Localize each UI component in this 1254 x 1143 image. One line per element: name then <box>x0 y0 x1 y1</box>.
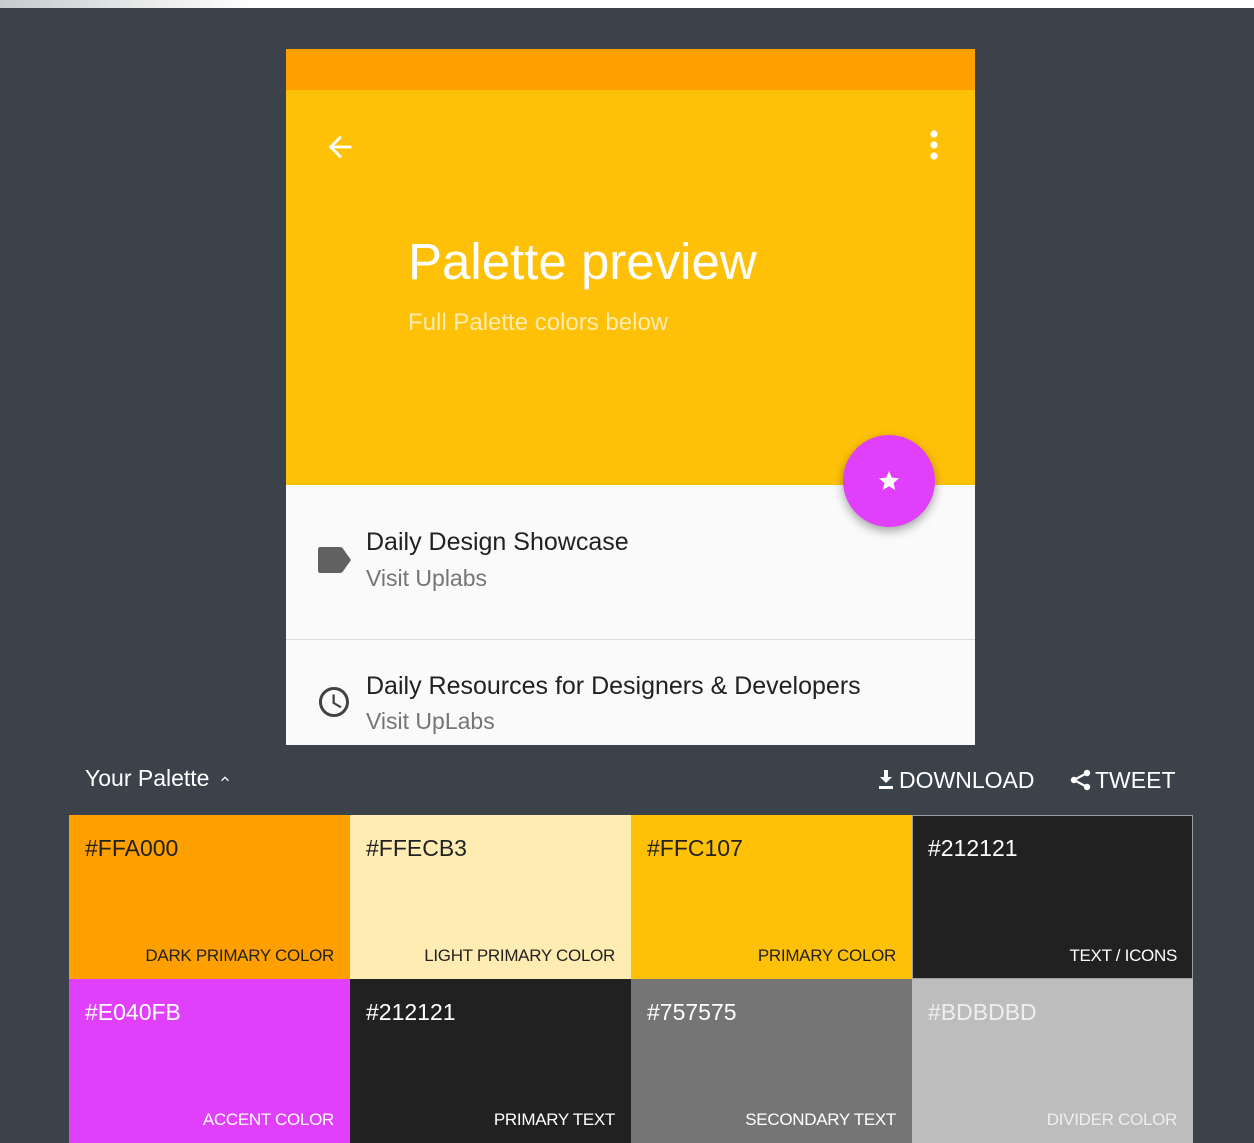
top-strip <box>0 0 1254 8</box>
chevron-up-icon <box>217 771 233 787</box>
phone-preview: Palette preview Full Palette colors belo… <box>286 49 975 769</box>
page-title: Palette preview <box>408 233 757 290</box>
status-bar <box>286 49 975 90</box>
swatch-grid: #FFA000 DARK PRIMARY COLOR #FFECB3 LIGHT… <box>69 815 1193 1143</box>
swatch-divider[interactable]: #BDBDBD DIVIDER COLOR <box>912 979 1193 1143</box>
swatch-role: LIGHT PRIMARY COLOR <box>424 946 615 965</box>
label-icon <box>314 540 354 580</box>
swatch-hex: #212121 <box>928 835 1018 861</box>
swatch-hex: #757575 <box>647 999 737 1025</box>
download-icon <box>877 769 895 791</box>
more-vert-icon[interactable] <box>918 125 950 165</box>
palette-panel: Your Palette DOWNLOAD TWEET #FFA000 DARK… <box>69 745 1193 1143</box>
list-item-title: Daily Resources for Designers & Develope… <box>366 672 861 700</box>
swatch-accent[interactable]: #E040FB ACCENT COLOR <box>69 979 350 1143</box>
swatch-primary-text[interactable]: #212121 PRIMARY TEXT <box>350 979 631 1143</box>
list-item[interactable]: Daily Design Showcase Visit Uplabs <box>286 500 975 640</box>
swatch-text-icons[interactable]: #212121 TEXT / ICONS <box>912 815 1193 979</box>
list-item-subtitle: Visit UpLabs <box>366 708 495 734</box>
swatch-hex: #FFECB3 <box>366 835 467 861</box>
top-strip-fade <box>0 0 250 8</box>
swatch-role: TEXT / ICONS <box>1069 946 1177 965</box>
list-item-title: Daily Design Showcase <box>366 528 629 556</box>
swatch-role: SECONDARY TEXT <box>745 1110 896 1129</box>
swatch-hex: #FFA000 <box>85 835 179 861</box>
page-subtitle: Full Palette colors below <box>408 309 669 336</box>
palette-toggle[interactable]: Your Palette <box>85 765 233 792</box>
download-button[interactable]: DOWNLOAD <box>877 763 1034 797</box>
swatch-role: PRIMARY TEXT <box>493 1110 615 1129</box>
arrow-back-icon[interactable] <box>320 127 360 167</box>
tweet-button[interactable]: TWEET <box>1070 763 1176 797</box>
swatch-role: ACCENT COLOR <box>202 1110 334 1129</box>
swatch-role: DARK PRIMARY COLOR <box>145 946 334 965</box>
swatch-hex: #212121 <box>366 999 456 1025</box>
swatch-hex: #BDBDBD <box>928 999 1037 1025</box>
palette-toolbar: Your Palette DOWNLOAD TWEET <box>69 745 1193 815</box>
swatch-hex: #FFC107 <box>647 835 743 861</box>
swatch-role: PRIMARY COLOR <box>757 946 896 965</box>
swatch-dark-primary[interactable]: #FFA000 DARK PRIMARY COLOR <box>69 815 350 979</box>
list-item-subtitle: Visit Uplabs <box>366 565 488 591</box>
swatch-primary[interactable]: #FFC107 PRIMARY COLOR <box>631 815 912 979</box>
share-icon <box>1070 769 1092 791</box>
download-label: DOWNLOAD <box>899 766 1035 793</box>
swatch-light-primary[interactable]: #FFECB3 LIGHT PRIMARY COLOR <box>350 815 631 979</box>
palette-title: Your Palette <box>85 765 210 791</box>
star-icon <box>877 469 901 493</box>
list-divider <box>286 639 975 640</box>
swatch-secondary-text[interactable]: #757575 SECONDARY TEXT <box>631 979 912 1143</box>
swatch-role: DIVIDER COLOR <box>1046 1110 1178 1129</box>
swatch-hex: #E040FB <box>85 999 181 1025</box>
tweet-label: TWEET <box>1095 766 1176 793</box>
clock-icon <box>314 682 354 722</box>
